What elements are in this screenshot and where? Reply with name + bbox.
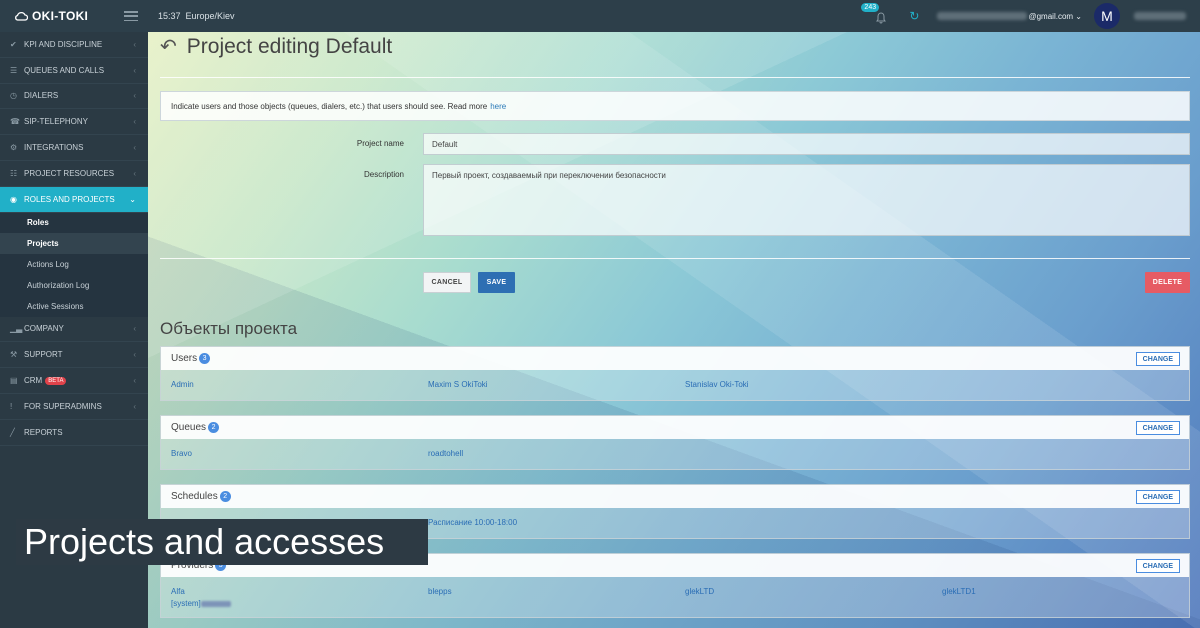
logo-text: OKI-TOKI bbox=[32, 9, 89, 23]
count-badge: 2 bbox=[208, 422, 220, 433]
phone-icon: ☎ bbox=[10, 117, 20, 127]
description-label: Description bbox=[363, 170, 404, 179]
queues-panel: Queues 2 CHANGE Bravo roadtohell bbox=[160, 415, 1190, 470]
provider-link[interactable]: Alfa bbox=[171, 587, 185, 596]
chevron-left-icon: ‹ bbox=[133, 39, 136, 49]
chevron-left-icon: ‹ bbox=[133, 65, 136, 75]
page-title: Project editing Default bbox=[186, 34, 393, 58]
sidebar-item-company[interactable]: ▁▃ COMPANY ‹ bbox=[0, 317, 148, 343]
sidebar-subitem-roles[interactable]: Roles bbox=[0, 213, 148, 234]
chevron-left-icon: ‹ bbox=[133, 401, 136, 411]
cloud-icon bbox=[15, 11, 28, 21]
cancel-button[interactable]: CANCEL bbox=[423, 272, 471, 293]
chevron-left-icon: ‹ bbox=[133, 376, 136, 386]
project-name-input[interactable]: Default bbox=[423, 133, 1190, 155]
panel-title: Queues bbox=[171, 422, 207, 433]
sidebar-subitem-projects[interactable]: Projects bbox=[0, 233, 148, 255]
sidebar-subitem-active-sessions[interactable]: Active Sessions bbox=[0, 296, 148, 317]
crm-icon: ▤ bbox=[10, 376, 18, 386]
sidebar-item-queues[interactable]: ☰ QUEUES AND CALLS ‹ bbox=[0, 58, 148, 84]
clock-icon: ◷ bbox=[10, 91, 17, 101]
provider-link[interactable]: blepps bbox=[428, 587, 452, 596]
chevron-left-icon: ‹ bbox=[133, 168, 136, 178]
count-badge: 3 bbox=[199, 353, 211, 364]
back-arrow-icon[interactable]: ↶ bbox=[160, 34, 177, 59]
provider-system: [system] bbox=[171, 599, 231, 608]
users-panel: Users 3 CHANGE Admin Maxim S OkiToki Stan… bbox=[160, 346, 1190, 401]
schedule-link[interactable]: Расписание 10:00-18:00 bbox=[428, 518, 517, 527]
top-bar: OKI-TOKI 15:37 Europe/Kiev 243 ↻ @gmail.… bbox=[0, 0, 1200, 32]
divider bbox=[160, 77, 1190, 78]
sidebar-item-superadmins[interactable]: ! FOR SUPERADMINS ‹ bbox=[0, 394, 148, 420]
grid-icon: ☷ bbox=[10, 168, 18, 178]
check-icon: ✔ bbox=[10, 39, 17, 49]
sidebar-item-sip[interactable]: ☎ SIP-TELEPHONY ‹ bbox=[0, 109, 148, 136]
description-textarea[interactable]: Первый проект, создаваемый при переключе… bbox=[423, 164, 1190, 236]
panel-title: Users bbox=[171, 353, 198, 364]
sidebar-subitem-actions-log[interactable]: Actions Log bbox=[0, 254, 148, 275]
notifications-count: 243 bbox=[861, 3, 880, 12]
divider bbox=[160, 258, 1190, 259]
gears-icon: ⚙ bbox=[10, 143, 18, 153]
sidebar-item-kpi[interactable]: ✔ KPI AND DISCIPLINE ‹ bbox=[0, 32, 148, 58]
chart-icon: ▁▃ bbox=[10, 324, 23, 334]
chevron-left-icon: ‹ bbox=[133, 324, 136, 334]
provider-link[interactable]: glekLTD1 bbox=[942, 587, 976, 596]
list-icon: ☰ bbox=[10, 65, 18, 75]
sidebar-item-integrations[interactable]: ⚙ INTEGRATIONS ‹ bbox=[0, 135, 148, 161]
save-button[interactable]: SAVE bbox=[478, 272, 515, 293]
change-providers-button[interactable]: CHANGE bbox=[1135, 559, 1180, 573]
sidebar-item-crm[interactable]: ▤ CRM BETA ‹ bbox=[0, 368, 148, 394]
beta-badge: BETA bbox=[45, 376, 67, 385]
sidebar-submenu: Roles Projects Actions Log Authorization… bbox=[0, 212, 148, 317]
read-more-link[interactable]: here bbox=[490, 102, 506, 111]
notifications-button[interactable]: 243 bbox=[861, 3, 891, 26]
sidebar-subitem-authorization-log[interactable]: Authorization Log bbox=[0, 275, 148, 296]
change-users-button[interactable]: CHANGE bbox=[1135, 352, 1180, 366]
sidebar-item-reports[interactable]: ╱ REPORTS bbox=[0, 420, 148, 446]
user-name[interactable] bbox=[1134, 12, 1186, 20]
chevron-left-icon: ‹ bbox=[133, 350, 136, 360]
avatar[interactable]: M bbox=[1094, 3, 1120, 29]
clock-time: 15:37 bbox=[158, 11, 181, 21]
history-icon[interactable]: ↻ bbox=[909, 9, 919, 23]
timezone: Europe/Kiev bbox=[185, 11, 235, 21]
chevron-left-icon: ‹ bbox=[133, 91, 136, 101]
sidebar-item-resources[interactable]: ☷ PROJECT RESOURCES ‹ bbox=[0, 161, 148, 187]
chevron-left-icon: ‹ bbox=[133, 143, 136, 153]
info-banner: Indicate users and those objects (queues… bbox=[160, 91, 1190, 121]
queue-link[interactable]: Bravo bbox=[171, 449, 192, 458]
objects-title: Объекты проекта bbox=[160, 319, 298, 338]
sidebar-item-support[interactable]: ⚒ SUPPORT ‹ bbox=[0, 342, 148, 369]
project-name-label: Project name bbox=[356, 139, 404, 148]
bell-icon bbox=[876, 12, 887, 24]
sidebar-item-roles-projects[interactable]: ◉ ROLES AND PROJECTS ⌄ bbox=[0, 186, 148, 213]
chevron-left-icon: ‹ bbox=[133, 117, 136, 127]
change-queues-button[interactable]: CHANGE bbox=[1135, 421, 1180, 435]
change-schedules-button[interactable]: CHANGE bbox=[1135, 490, 1180, 504]
queue-link[interactable]: roadtohell bbox=[428, 449, 463, 458]
delete-button[interactable]: DELETE bbox=[1145, 272, 1190, 293]
wrench-icon: ⚒ bbox=[10, 350, 18, 360]
panel-title: Schedules bbox=[171, 491, 218, 502]
chevron-down-icon: ⌄ bbox=[129, 194, 136, 204]
line-chart-icon: ╱ bbox=[10, 427, 15, 437]
count-badge: 2 bbox=[219, 491, 231, 502]
toggle-icon: ◉ bbox=[10, 194, 17, 204]
user-link[interactable]: Maxim S OkiToki bbox=[428, 380, 488, 389]
user-email[interactable]: @gmail.com ⌄ bbox=[937, 12, 1082, 21]
sidebar-item-dialers[interactable]: ◷ DIALERS ‹ bbox=[0, 84, 148, 110]
user-link[interactable]: Admin bbox=[171, 380, 194, 389]
user-link[interactable]: Stanislav Oki-Toki bbox=[685, 380, 749, 389]
caption-banner: Projects and accesses bbox=[16, 519, 428, 565]
provider-link[interactable]: glekLTD bbox=[685, 587, 714, 596]
menu-toggle-icon[interactable] bbox=[124, 11, 138, 21]
exclamation-icon: ! bbox=[10, 401, 13, 411]
